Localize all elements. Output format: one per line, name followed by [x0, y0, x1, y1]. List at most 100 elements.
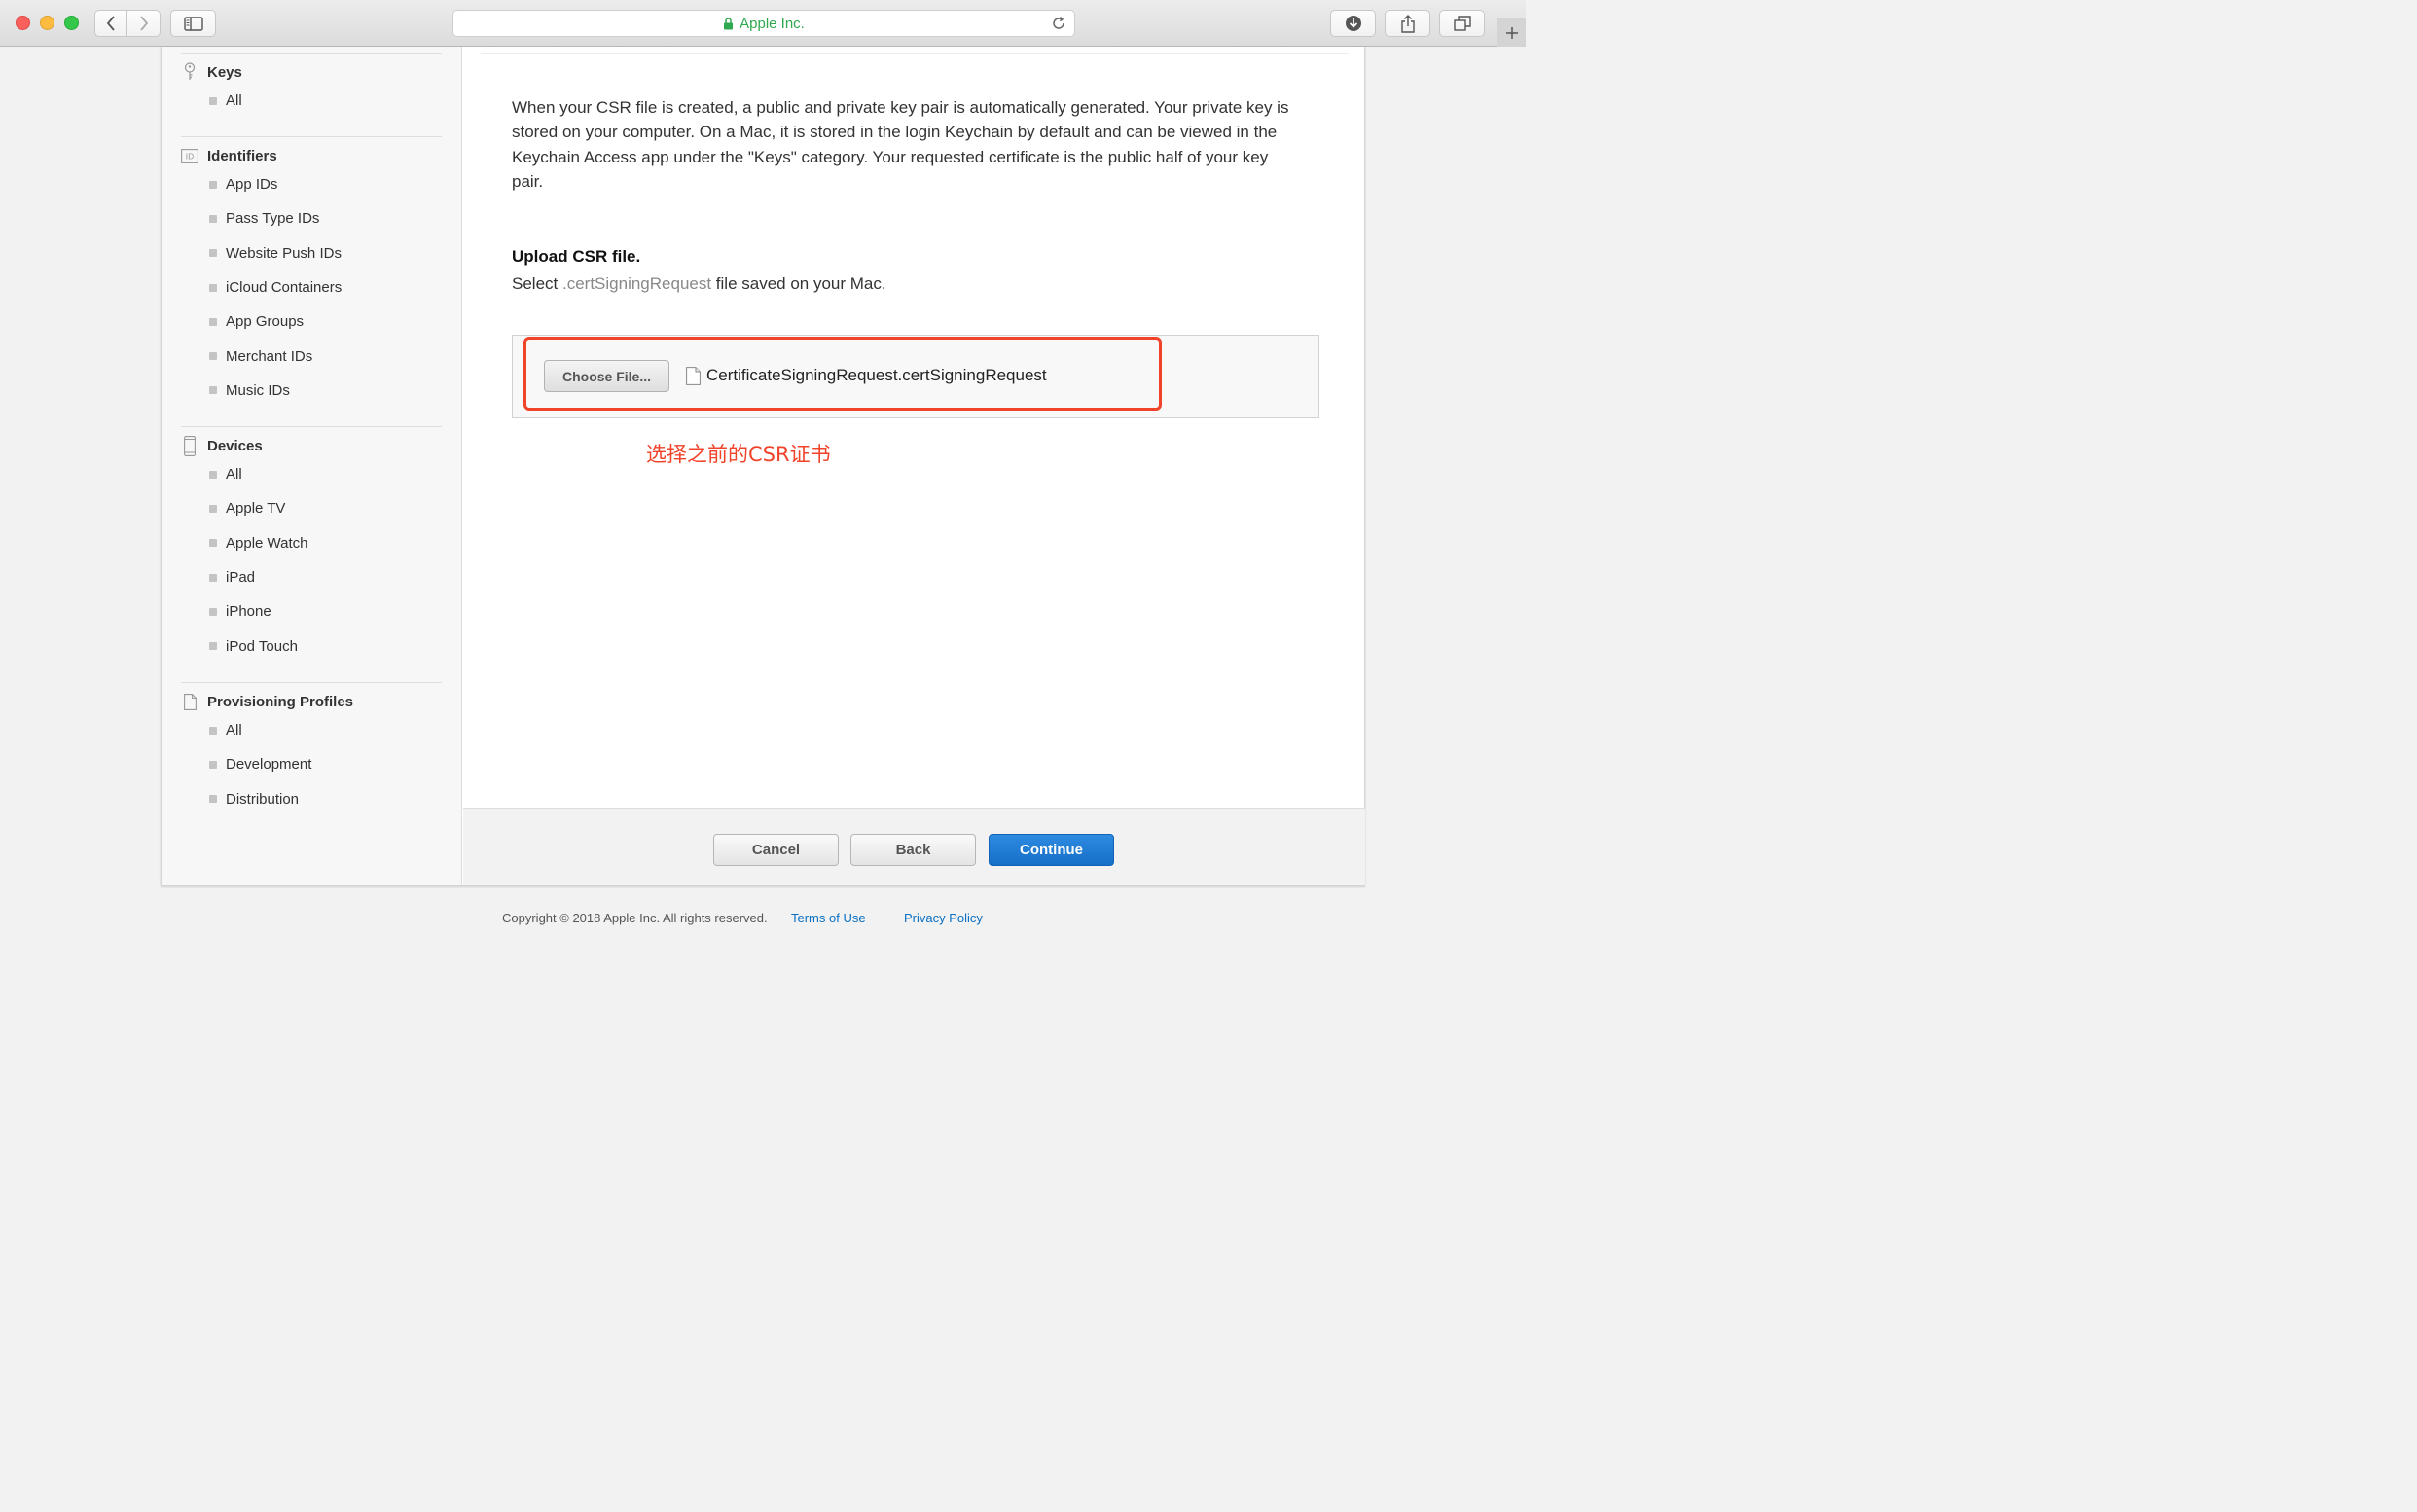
bullet-icon — [209, 96, 217, 105]
sidebar-item-label: Pass Type IDs — [226, 210, 320, 228]
id-icon: ID — [181, 146, 198, 165]
sidebar-item-icloud-containers[interactable]: iCloud Containers — [181, 270, 442, 305]
new-tab-button[interactable] — [1497, 18, 1526, 47]
sidebar-item-profiles-all[interactable]: All — [181, 713, 442, 747]
forward-nav-button[interactable] — [127, 11, 160, 36]
annotation-text: 选择之前的CSR证书 — [646, 443, 831, 466]
bullet-icon — [209, 249, 217, 258]
back-nav-button[interactable] — [95, 11, 127, 36]
sidebar-item-pass-type-ids[interactable]: Pass Type IDs — [181, 201, 442, 235]
sidebar-heading-devices[interactable]: Devices — [181, 434, 442, 457]
chevron-left-icon — [106, 16, 115, 31]
sidebar: Keys All ID Identifiers App IDs Pass Typ… — [162, 47, 462, 885]
sidebar-item-website-push-ids[interactable]: Website Push IDs — [181, 236, 442, 270]
sidebar-item-label: Music IDs — [226, 381, 290, 399]
sidebar-item-ipod-touch[interactable]: iPod Touch — [181, 629, 442, 663]
sidebar-item-development[interactable]: Development — [181, 747, 442, 781]
sidebar-item-keys-all[interactable]: All — [181, 84, 442, 118]
sidebar-item-devices-all[interactable]: All — [181, 457, 442, 491]
sidebar-heading-label: Identifiers — [207, 147, 277, 164]
downloads-button[interactable] — [1330, 10, 1376, 37]
sidebar-icon — [183, 16, 203, 31]
main-content: When your CSR file is created, a public … — [463, 47, 1365, 808]
sidebar-item-ipad[interactable]: iPad — [181, 560, 442, 594]
sidebar-toggle-button[interactable] — [170, 10, 216, 37]
file-extension: .certSigningRequest — [561, 274, 712, 293]
close-window-button[interactable] — [16, 16, 30, 30]
sidebar-item-iphone[interactable]: iPhone — [181, 594, 442, 629]
zoom-window-button[interactable] — [64, 16, 79, 30]
sidebar-item-app-groups[interactable]: App Groups — [181, 305, 442, 339]
bullet-icon — [209, 795, 217, 804]
sidebar-heading-label: Provisioning Profiles — [207, 693, 354, 710]
terms-of-use-link[interactable]: Terms of Use — [791, 911, 866, 925]
reload-button[interactable] — [1051, 16, 1066, 36]
cancel-button[interactable]: Cancel — [713, 834, 839, 866]
sidebar-section-devices: Devices All Apple TV Apple Watch iPad iP… — [181, 434, 442, 664]
sidebar-item-apple-watch[interactable]: Apple Watch — [181, 526, 442, 560]
site-title: Apple Inc. — [740, 15, 805, 32]
sidebar-item-label: Merchant IDs — [226, 347, 313, 365]
address-bar[interactable]: Apple Inc. — [452, 10, 1075, 37]
sidebar-item-label: iCloud Containers — [226, 279, 343, 297]
sidebar-item-app-ids[interactable]: App IDs — [181, 167, 442, 201]
minimize-window-button[interactable] — [40, 16, 54, 30]
upload-instructions-suffix: file saved on your Mac. — [711, 274, 886, 293]
sidebar-item-label: All — [226, 722, 242, 739]
tabs-overview-button[interactable] — [1439, 10, 1485, 37]
sidebar-heading-label: Keys — [207, 63, 242, 81]
copyright-text: Copyright © 2018 Apple Inc. All rights r… — [502, 911, 768, 925]
sidebar-item-label: iPhone — [226, 603, 271, 621]
device-icon — [181, 435, 198, 456]
bullet-icon — [209, 642, 217, 651]
bullet-icon — [209, 180, 217, 189]
privacy-policy-link[interactable]: Privacy Policy — [904, 911, 983, 925]
sidebar-item-label: All — [226, 92, 242, 110]
sidebar-item-apple-tv[interactable]: Apple TV — [181, 491, 442, 525]
sidebar-item-label: Development — [226, 756, 312, 774]
sidebar-item-label: Website Push IDs — [226, 244, 342, 262]
navigation-buttons — [94, 10, 161, 37]
sidebar-heading-provisioning-profiles[interactable]: Provisioning Profiles — [181, 690, 442, 713]
bullet-icon — [209, 283, 217, 292]
sidebar-item-label: App IDs — [226, 176, 278, 194]
back-button[interactable]: Back — [850, 834, 976, 866]
sidebar-divider — [181, 682, 442, 683]
bullet-icon — [209, 504, 217, 513]
sidebar-item-label: Apple Watch — [226, 534, 308, 552]
sidebar-section-provisioning-profiles: Provisioning Profiles All Development Di… — [181, 690, 442, 816]
bullet-icon — [209, 607, 217, 616]
sidebar-divider — [181, 136, 442, 137]
content-divider — [481, 53, 1349, 54]
plus-icon — [1505, 26, 1518, 39]
sidebar-item-merchant-ids[interactable]: Merchant IDs — [181, 339, 442, 373]
bullet-icon — [209, 760, 217, 769]
upload-title: Upload CSR file. — [512, 247, 641, 266]
sidebar-divider — [181, 53, 442, 54]
key-icon — [181, 62, 198, 82]
form-actions-bar: Cancel Back Continue — [463, 808, 1365, 885]
svg-text:ID: ID — [186, 152, 195, 161]
sidebar-heading-identifiers[interactable]: ID Identifiers — [181, 144, 442, 167]
bullet-icon — [209, 539, 217, 548]
sidebar-item-music-ids[interactable]: Music IDs — [181, 374, 442, 408]
share-icon — [1400, 14, 1415, 33]
upload-instructions: Select .certSigningRequest file saved on… — [512, 274, 886, 294]
sidebar-divider — [181, 426, 442, 427]
sidebar-section-keys: Keys All — [181, 60, 442, 118]
intro-paragraph: When your CSR file is created, a public … — [512, 98, 1289, 191]
sidebar-heading-keys[interactable]: Keys — [181, 60, 442, 84]
upload-instructions-prefix: Select — [512, 274, 562, 293]
bullet-icon — [209, 386, 217, 395]
share-button[interactable] — [1385, 10, 1430, 37]
developer-portal-panel: Keys All ID Identifiers App IDs Pass Typ… — [161, 47, 1365, 886]
continue-button[interactable]: Continue — [989, 834, 1114, 866]
bullet-icon — [209, 352, 217, 361]
lock-icon — [724, 17, 734, 29]
reload-icon — [1053, 16, 1064, 29]
sidebar-item-label: Distribution — [226, 790, 300, 808]
document-icon — [181, 692, 198, 711]
sidebar-item-label: All — [226, 466, 242, 484]
sidebar-section-identifiers: ID Identifiers App IDs Pass Type IDs Web… — [181, 144, 442, 408]
sidebar-item-distribution[interactable]: Distribution — [181, 782, 442, 816]
